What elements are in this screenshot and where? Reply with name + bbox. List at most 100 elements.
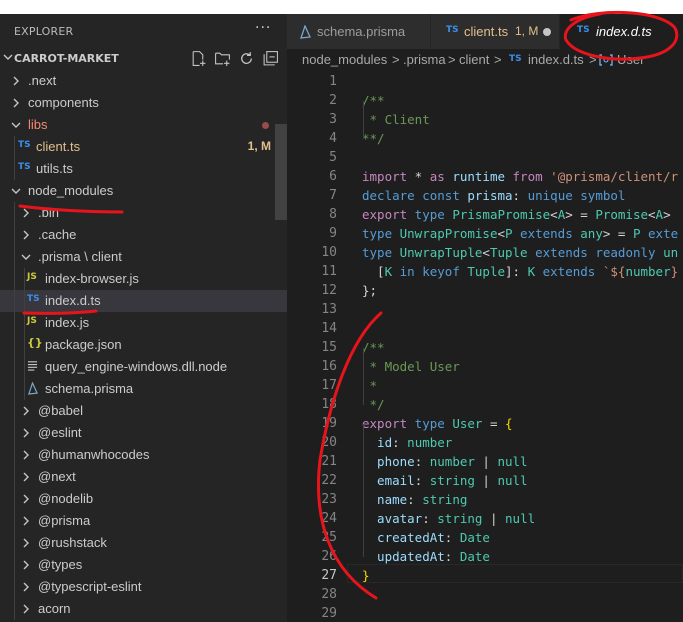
- new-folder-icon[interactable]: [214, 50, 231, 67]
- code-line[interactable]: type UnwrapTuple<Tuple extends readonly …: [362, 245, 678, 260]
- code-line[interactable]: updatedAt: Date: [362, 549, 490, 564]
- tree-indent-guide: [24, 356, 25, 378]
- file-item[interactable]: {} package.json: [0, 334, 287, 356]
- code-token: string: [422, 492, 468, 507]
- folder-item[interactable]: components: [0, 92, 287, 114]
- code-line[interactable]: [K in keyof Tuple]: K extends `${number}: [362, 264, 678, 279]
- tab-client-ts[interactable]: TS client.ts 1, M: [431, 14, 559, 49]
- indent-guide: [363, 348, 364, 405]
- code-token: |: [482, 511, 506, 526]
- code-line[interactable]: *: [362, 378, 378, 393]
- code-token: UnwrapTuple: [392, 245, 483, 260]
- folder-item[interactable]: @eslint: [0, 422, 287, 444]
- code-line[interactable]: * Model User: [362, 359, 460, 374]
- line-number: 23: [321, 492, 337, 507]
- code-token: null: [497, 473, 528, 488]
- line-number: 8: [329, 207, 337, 222]
- line-number: 14: [321, 321, 337, 336]
- folder-item[interactable]: .prisma \ client: [0, 246, 287, 268]
- line-number: 28: [321, 587, 337, 602]
- folder-item[interactable]: @typescript-eslint: [0, 576, 287, 598]
- code-line[interactable]: /**: [362, 93, 385, 108]
- code-line[interactable]: id: number: [362, 435, 452, 450]
- code-token: number: [407, 435, 453, 450]
- code-token: > =: [602, 226, 633, 241]
- folder-item[interactable]: @types: [0, 554, 287, 576]
- tree-indent-guide: [14, 422, 15, 444]
- line-number: 16: [321, 359, 337, 374]
- folder-item[interactable]: @babel: [0, 400, 287, 422]
- chevron-right-icon: [23, 472, 29, 482]
- code-line[interactable]: * Client: [362, 112, 430, 127]
- folder-item[interactable]: acorn: [0, 598, 287, 620]
- code-line[interactable]: name: string: [362, 492, 467, 507]
- sidebar-scrollbar[interactable]: [275, 124, 287, 220]
- code-line[interactable]: */: [362, 397, 385, 412]
- tab-index-d-ts[interactable]: TS index.d.ts: [560, 14, 683, 49]
- tree-item-label: @humanwhocodes: [38, 447, 150, 462]
- code-token: :: [512, 188, 528, 203]
- folder-item[interactable]: @rushstack: [0, 532, 287, 554]
- more-actions-icon[interactable]: ···: [255, 20, 271, 36]
- folder-item[interactable]: node_modules: [0, 180, 287, 202]
- code-line[interactable]: };: [362, 283, 377, 298]
- tree-item-label: index.js: [45, 315, 90, 330]
- code-line[interactable]: declare const prisma: unique symbol: [362, 188, 625, 203]
- file-item[interactable]: query_engine-windows.dll.node: [0, 356, 287, 378]
- line-number: 11: [321, 264, 337, 279]
- folder-item[interactable]: .next: [0, 70, 287, 92]
- folder-item[interactable]: @next: [0, 466, 287, 488]
- code-token: extends: [512, 226, 573, 241]
- file-item[interactable]: schema.prisma: [0, 378, 287, 400]
- breadcrumb-item[interactable]: client: [459, 52, 489, 67]
- code-line[interactable]: export type PrismaPromise<A> = Promise<A…: [362, 207, 671, 222]
- code-line[interactable]: import * as runtime from '@prisma/client…: [362, 169, 678, 184]
- collapse-all-icon[interactable]: [262, 50, 279, 67]
- line-number: 27: [321, 568, 337, 583]
- file-item[interactable]: JS index.js: [0, 312, 287, 334]
- code-line[interactable]: phone: number | null: [362, 454, 528, 469]
- code-token: email: [362, 473, 415, 488]
- folder-item[interactable]: @nodelib: [0, 488, 287, 510]
- code-line[interactable]: email: string | null: [362, 473, 528, 488]
- folder-item[interactable]: .cache: [0, 224, 287, 246]
- breadcrumb-item[interactable]: index.d.ts: [528, 52, 584, 67]
- code-line[interactable]: export type User = {: [362, 416, 513, 431]
- file-item[interactable]: TS client.ts 1, M: [0, 136, 287, 158]
- code-token: type: [362, 226, 393, 241]
- file-item[interactable]: JS index-browser.js: [0, 268, 287, 290]
- breadcrumb-item[interactable]: node_modules: [302, 52, 387, 67]
- js-icon: JS: [27, 316, 37, 326]
- code-token: }: [670, 264, 679, 279]
- code-line[interactable]: avatar: string | null: [362, 511, 535, 526]
- folder-item[interactable]: @humanwhocodes: [0, 444, 287, 466]
- code-line[interactable]: createdAt: Date: [362, 530, 490, 545]
- chevron-right-icon: [23, 516, 29, 526]
- project-root[interactable]: CARROT-MARKET: [0, 48, 287, 70]
- file-item[interactable]: TS index.d.ts: [0, 290, 287, 312]
- code-line[interactable]: /**: [362, 340, 385, 355]
- code-line[interactable]: type UnwrapPromise<P extends any> = P ex…: [362, 226, 678, 241]
- tree-indent-guide: [14, 466, 15, 488]
- tree-item-label: utils.ts: [36, 161, 73, 176]
- tree-indent-guide: [14, 224, 15, 246]
- folder-item[interactable]: @prisma: [0, 510, 287, 532]
- code-line[interactable]: }: [362, 568, 370, 583]
- code-token: <: [550, 207, 558, 222]
- file-item[interactable]: TS utils.ts: [0, 158, 287, 180]
- code-editor[interactable]: 1 2 3 4 5 6 7 8 9 10 11 12 13 14 15 16 17 18 19 20 21 22 23 24 2…: [287, 71, 683, 622]
- code-line[interactable]: **/: [362, 131, 385, 146]
- unsaved-dot-icon[interactable]: [543, 28, 551, 36]
- folder-item[interactable]: libs: [0, 114, 287, 136]
- breadcrumb-separator: >: [589, 52, 597, 67]
- breadcrumb-item[interactable]: .prisma: [403, 52, 446, 67]
- code-token: runtime: [444, 169, 513, 184]
- line-number: 20: [321, 435, 337, 450]
- line-number: 10: [321, 245, 337, 260]
- new-file-icon[interactable]: [190, 50, 207, 67]
- breadcrumb-item[interactable]: User: [617, 52, 644, 67]
- refresh-icon[interactable]: [238, 50, 255, 67]
- project-actions: [190, 50, 279, 67]
- tab-schema-prisma[interactable]: schema.prisma: [287, 14, 430, 49]
- folder-item[interactable]: .bin: [0, 202, 287, 224]
